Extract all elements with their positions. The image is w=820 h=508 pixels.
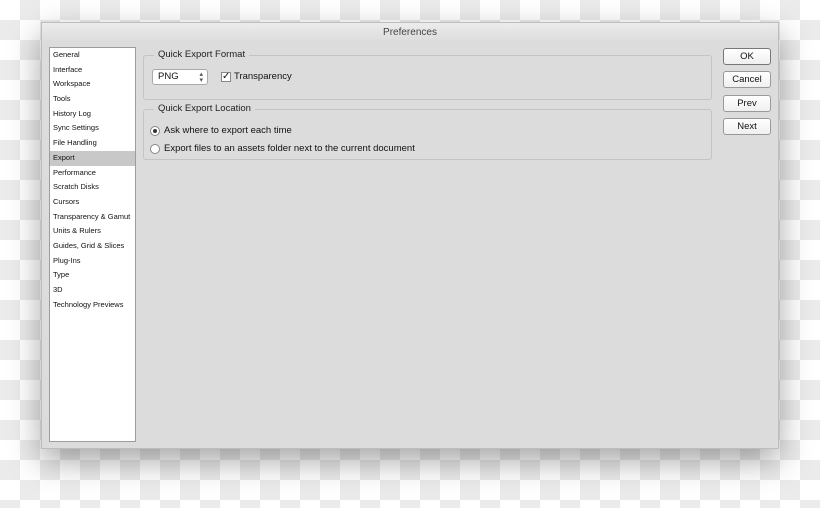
transparency-label: Transparency (234, 71, 292, 82)
radio-unselected-icon (150, 143, 160, 154)
prev-button[interactable]: Prev (723, 95, 771, 112)
ok-button[interactable]: OK (723, 48, 771, 65)
group-legend: Quick Export Format (154, 49, 250, 60)
checkmark-icon: ✓ (221, 70, 231, 82)
preferences-sidebar: General Interface Workspace Tools History Lo… (49, 47, 136, 442)
preferences-dialog: Preferences General Interface Workspace Too… (41, 22, 779, 449)
transparency-checkbox[interactable]: ✓ Transparency (221, 71, 292, 82)
sidebar-item-3d[interactable]: 3D (50, 283, 135, 298)
sidebar-item-type[interactable]: Type (50, 268, 135, 283)
title-bar: Preferences (42, 23, 778, 42)
sidebar-item-general[interactable]: General (50, 48, 135, 63)
sidebar-item-sync-settings[interactable]: Sync Settings (50, 121, 135, 136)
sidebar-item-transparency-gamut[interactable]: Transparency & Gamut (50, 210, 135, 225)
radio-assets-folder[interactable]: Export files to an assets folder next to… (150, 143, 415, 154)
radio-label: Ask where to export each time (164, 125, 292, 136)
format-select-value: PNG (158, 71, 179, 82)
cancel-button[interactable]: Cancel (723, 71, 771, 88)
sidebar-item-performance[interactable]: Performance (50, 166, 135, 181)
quick-export-format-group: Quick Export Format PNG ▴ ▾ ✓ Transparency (143, 49, 712, 100)
sidebar-item-workspace[interactable]: Workspace (50, 77, 135, 92)
sidebar-item-plug-ins[interactable]: Plug-Ins (50, 254, 135, 269)
quick-export-location-group: Quick Export Location Ask where to expor… (143, 103, 712, 160)
sidebar-item-file-handling[interactable]: File Handling (50, 136, 135, 151)
radio-ask-each-time[interactable]: Ask where to export each time (150, 125, 292, 136)
radio-label: Export files to an assets folder next to… (164, 143, 415, 154)
sidebar-item-cursors[interactable]: Cursors (50, 195, 135, 210)
sidebar-item-scratch-disks[interactable]: Scratch Disks (50, 180, 135, 195)
sidebar-item-history-log[interactable]: History Log (50, 107, 135, 122)
sidebar-item-interface[interactable]: Interface (50, 63, 135, 78)
format-select[interactable]: PNG ▴ ▾ (152, 69, 208, 85)
radio-selected-icon (150, 125, 160, 136)
sidebar-item-tools[interactable]: Tools (50, 92, 135, 107)
sidebar-item-export[interactable]: Export (50, 150, 135, 166)
group-legend: Quick Export Location (154, 103, 255, 114)
updown-arrows-icon: ▴ ▾ (199, 71, 203, 84)
sidebar-item-guides-grid-slices[interactable]: Guides, Grid & Slices (50, 239, 135, 254)
sidebar-item-technology-previews[interactable]: Technology Previews (50, 298, 135, 313)
sidebar-item-units-rulers[interactable]: Units & Rulers (50, 224, 135, 239)
next-button[interactable]: Next (723, 118, 771, 135)
